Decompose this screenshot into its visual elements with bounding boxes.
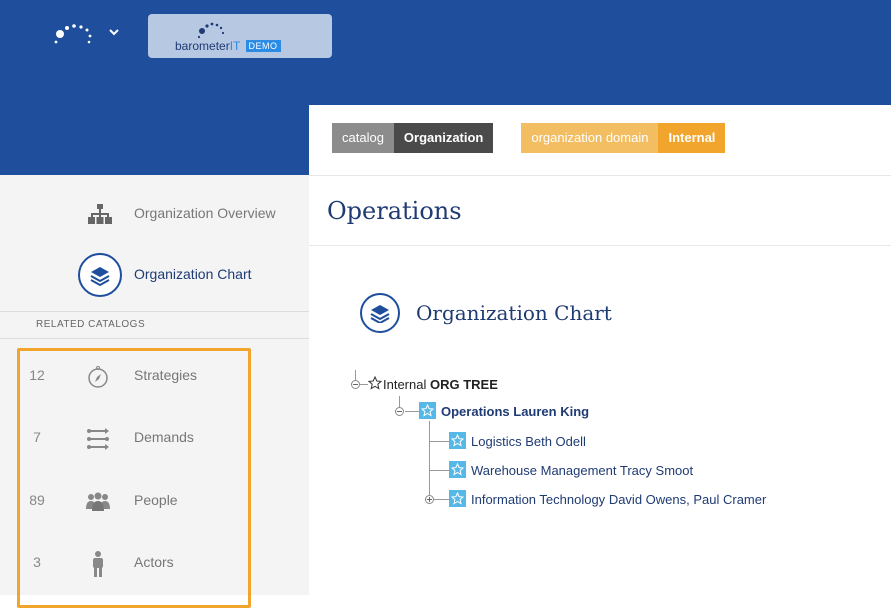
tree-line bbox=[360, 384, 368, 385]
tree-line bbox=[405, 411, 419, 412]
star-icon bbox=[449, 461, 466, 478]
catalog-label: People bbox=[134, 492, 178, 508]
divider bbox=[309, 245, 891, 246]
breadcrumb: catalog Organization organization domain… bbox=[332, 123, 726, 153]
catalog-label: Strategies bbox=[134, 367, 198, 383]
sidebar-item-demands[interactable]: 7 Demands bbox=[0, 419, 309, 459]
tree-root-name: ORG TREE bbox=[430, 377, 498, 392]
tree-node-people: Lauren King bbox=[513, 404, 590, 419]
tree-root-prefix: Internal bbox=[383, 377, 427, 392]
sidebar-item-strategies[interactable]: 12 Strategies bbox=[0, 357, 309, 397]
catalog-label: Demands bbox=[134, 429, 194, 445]
related-catalogs-title: RELATED CATALOGS bbox=[36, 319, 146, 330]
chevron-down-icon bbox=[109, 29, 119, 36]
star-outline-icon bbox=[367, 375, 383, 395]
sidebar-item-organization-chart[interactable]: Organization Chart bbox=[0, 253, 309, 297]
sidebar-item-label: Organization Chart bbox=[134, 266, 252, 282]
catalog-count: 89 bbox=[29, 492, 45, 508]
sidebar-item-organization-overview[interactable]: Organization Overview bbox=[0, 192, 309, 236]
compass-icon bbox=[82, 361, 114, 393]
page-title: Operations bbox=[327, 197, 462, 225]
brand-logo[interactable]: barometerIT DEMO bbox=[148, 14, 332, 58]
catalog-count: 3 bbox=[33, 554, 41, 570]
divider bbox=[309, 175, 891, 176]
tree-node-name: Logistics bbox=[471, 434, 522, 449]
org-tree-icon bbox=[78, 192, 122, 236]
sidebar-item-label: Organization Overview bbox=[134, 205, 276, 221]
tree-line bbox=[429, 421, 430, 499]
app-logo-icon bbox=[54, 24, 119, 44]
catalog-value-link[interactable]: Organization bbox=[393, 123, 494, 153]
sidebar-item-actors[interactable]: 3 Actors bbox=[0, 544, 309, 584]
star-icon bbox=[449, 432, 466, 449]
tree-node-warehouse-management[interactable]: Warehouse Management Tracy Smoot bbox=[471, 463, 693, 478]
domain-key-label: organization domain bbox=[521, 123, 659, 153]
sidebar: Organization Overview Organization Chart… bbox=[0, 175, 309, 608]
catalog-label: Actors bbox=[134, 554, 174, 570]
tree-node-logistics[interactable]: Logistics Beth Odell bbox=[471, 434, 586, 449]
collapse-toggle[interactable] bbox=[395, 407, 404, 416]
tree-node-people: David Owens, Paul Cramer bbox=[608, 492, 767, 507]
tree-node-name: Information Technology bbox=[471, 492, 606, 507]
nav-icon-wrap bbox=[78, 253, 122, 297]
catalog-count: 12 bbox=[29, 367, 45, 383]
tree-line bbox=[429, 441, 449, 442]
section-title: Organization Chart bbox=[416, 301, 612, 325]
demands-icon bbox=[82, 423, 114, 455]
app-menu-button[interactable] bbox=[52, 18, 132, 51]
tree-node-people: Beth Odell bbox=[525, 434, 586, 449]
catalog-count: 7 bbox=[33, 429, 41, 445]
collapse-toggle[interactable] bbox=[351, 380, 360, 389]
layers-icon bbox=[360, 293, 400, 333]
star-icon bbox=[419, 402, 436, 419]
sidebar-item-people[interactable]: 89 People bbox=[0, 482, 309, 522]
tree-root-label[interactable]: Internal ORG TREE bbox=[383, 377, 498, 392]
actor-icon bbox=[82, 548, 114, 580]
tree-line bbox=[434, 499, 449, 500]
layers-icon bbox=[78, 253, 122, 297]
people-icon bbox=[82, 486, 114, 518]
brand-dots-icon bbox=[197, 22, 225, 39]
main-panel: catalog Organization organization domain… bbox=[309, 105, 891, 595]
catalog-key-label: catalog bbox=[332, 123, 394, 153]
demo-badge: DEMO bbox=[245, 40, 281, 52]
domain-value-link[interactable]: Internal bbox=[658, 123, 726, 153]
tree-line bbox=[429, 470, 449, 471]
tree-node-name: Warehouse Management bbox=[471, 463, 617, 478]
tree-node-name: Operations bbox=[441, 404, 510, 419]
brand-wordmark: barometerIT DEMO bbox=[175, 39, 281, 53]
tree-node-operations[interactable]: Operations Lauren King bbox=[441, 404, 589, 419]
star-icon bbox=[449, 490, 466, 507]
tree-node-people: Tracy Smoot bbox=[619, 463, 694, 478]
expand-toggle[interactable] bbox=[425, 495, 434, 504]
tree-node-information-technology[interactable]: Information Technology David Owens, Paul… bbox=[471, 492, 766, 507]
related-catalogs-header: RELATED CATALOGS bbox=[0, 311, 309, 339]
